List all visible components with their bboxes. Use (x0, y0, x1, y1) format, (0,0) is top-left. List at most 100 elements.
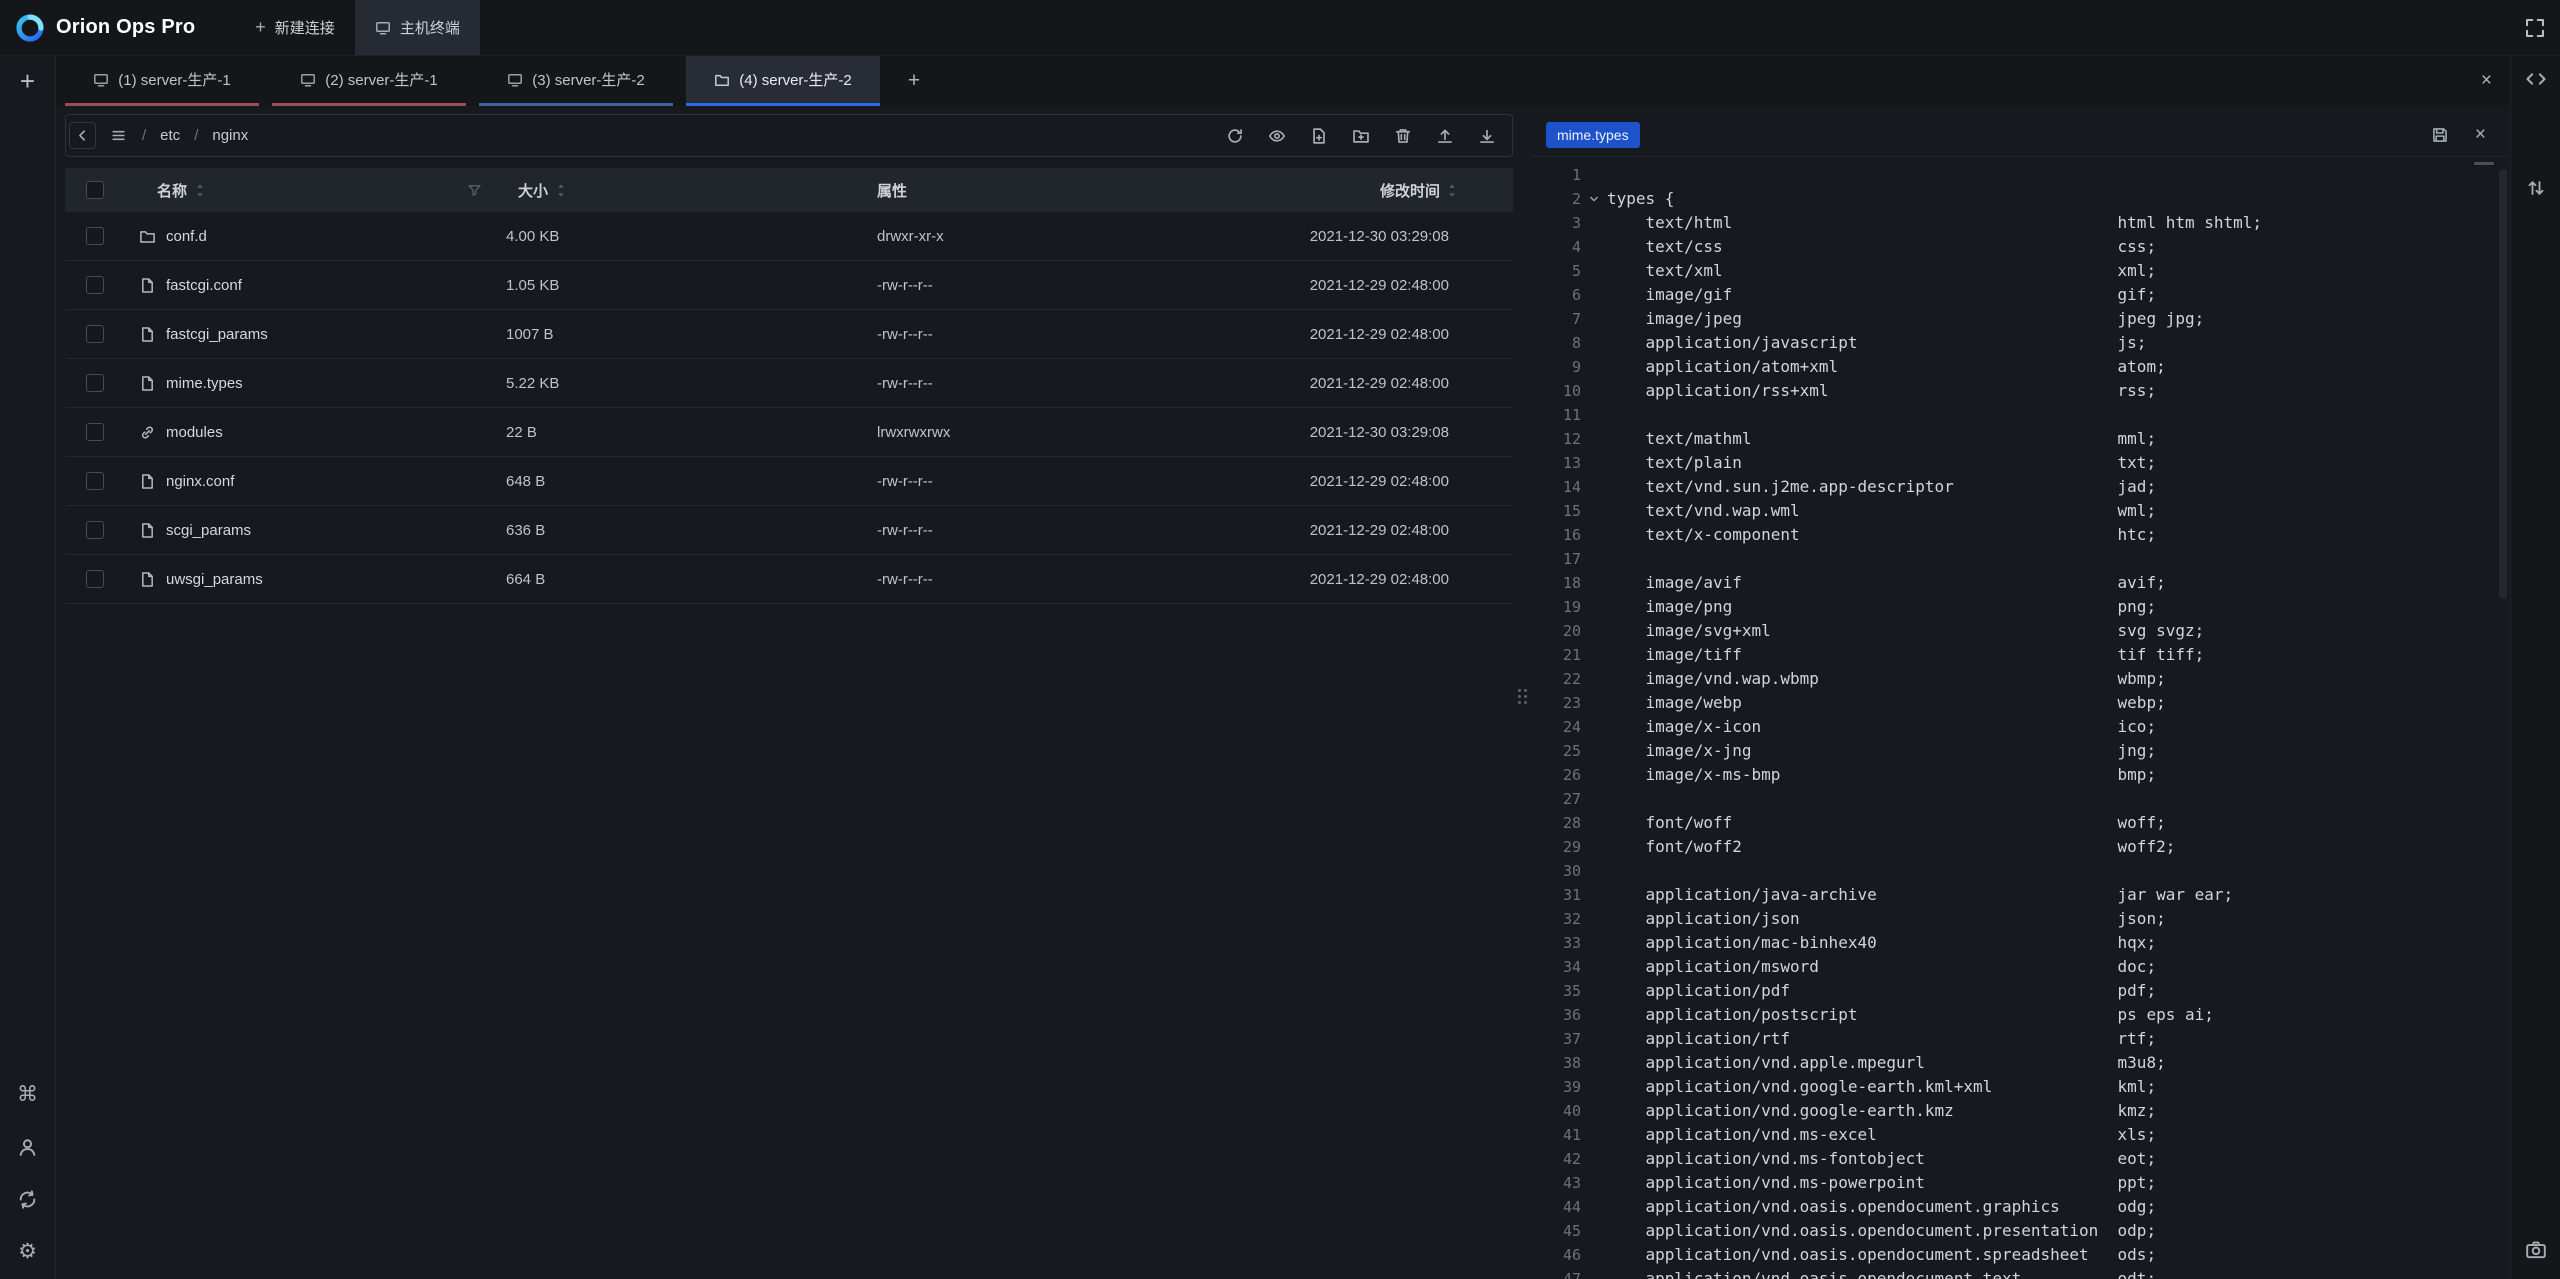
line-number: 9 (1531, 355, 1581, 379)
row-checkbox[interactable] (86, 521, 104, 539)
row-checkbox[interactable] (86, 423, 104, 441)
code-line: 21 image/tiff tif tiff; (1531, 643, 2510, 667)
menu-item-new-connection[interactable]: + 新建连接 (235, 0, 355, 55)
row-checkbox[interactable] (86, 374, 104, 392)
code-editor[interactable]: 1 2 types { 3 text/html (1531, 157, 2510, 1279)
code-line: 41 application/vnd.ms-excel xls; (1531, 1123, 2510, 1147)
column-header-mtime[interactable]: 修改时间 (1380, 180, 1440, 201)
user-icon[interactable] (17, 1137, 38, 1158)
save-icon[interactable] (2431, 126, 2449, 144)
download-icon[interactable] (1478, 127, 1496, 145)
row-checkbox[interactable] (86, 325, 104, 343)
menu-label: 主机终端 (400, 17, 460, 38)
code-text: text/x-component htc; (1607, 523, 2156, 547)
row-checkbox[interactable] (86, 276, 104, 294)
upload-icon[interactable] (1436, 127, 1454, 145)
table-row[interactable]: modules 22 B lrwxrwxrwx 2021-12-30 03:29… (65, 408, 1513, 457)
breadcrumb-separator: / (142, 127, 146, 144)
refresh-icon[interactable] (1226, 127, 1244, 145)
menu-item-host-terminal[interactable]: 主机终端 (355, 0, 480, 55)
row-checkbox[interactable] (86, 227, 104, 245)
panel-splitter[interactable] (1513, 114, 1531, 1279)
sync-icon[interactable] (17, 1189, 38, 1210)
file-size: 664 B (496, 571, 866, 588)
file-name[interactable]: fastcgi_params (166, 326, 268, 343)
line-number: 26 (1531, 763, 1581, 787)
sort-icon[interactable] (1447, 183, 1457, 198)
line-number: 41 (1531, 1123, 1581, 1147)
file-mtime: 2021-12-29 02:48:00 (1280, 375, 1513, 392)
line-number: 28 (1531, 811, 1581, 835)
file-name[interactable]: scgi_params (166, 522, 251, 539)
code-text: image/webp webp; (1607, 691, 2166, 715)
row-checkbox[interactable] (86, 472, 104, 490)
table-row[interactable]: conf.d 4.00 KB drwxr-xr-x 2021-12-30 03:… (65, 212, 1513, 261)
tab-label: (1) server-生产-1 (118, 69, 231, 90)
table-row[interactable]: fastcgi.conf 1.05 KB -rw-r--r-- 2021-12-… (65, 261, 1513, 310)
file-size: 636 B (496, 522, 866, 539)
code-line: 12 text/mathml mml; (1531, 427, 2510, 451)
new-tab-button[interactable]: + (893, 56, 935, 106)
swap-sort-icon[interactable] (2526, 178, 2546, 198)
close-all-icon[interactable]: × (2481, 70, 2492, 92)
breadcrumb-item[interactable]: etc (160, 127, 180, 144)
file-icon (139, 522, 156, 539)
sort-icon[interactable] (556, 183, 566, 198)
file-attr: -rw-r--r-- (866, 277, 1280, 294)
fullscreen-icon[interactable] (2524, 17, 2546, 39)
file-name[interactable]: modules (166, 424, 223, 441)
code-text: image/x-ms-bmp bmp; (1607, 763, 2156, 787)
file-name[interactable]: conf.d (166, 228, 207, 245)
fold-icon[interactable] (1581, 187, 1607, 211)
list-icon[interactable] (110, 127, 127, 144)
back-button[interactable] (69, 122, 96, 149)
minimap-slider[interactable] (2474, 162, 2494, 165)
file-name[interactable]: uwsgi_params (166, 571, 263, 588)
terminal-tab[interactable]: (2) server-生产-1 (272, 56, 466, 106)
row-checkbox[interactable] (86, 570, 104, 588)
command-icon[interactable]: ⌘ (17, 1084, 38, 1106)
add-icon[interactable]: + (20, 68, 35, 94)
line-number: 19 (1531, 595, 1581, 619)
column-header-name[interactable]: 名称 (157, 180, 187, 201)
code-line: 3 text/html html htm shtml; (1531, 211, 2510, 235)
table-row[interactable]: nginx.conf 648 B -rw-r--r-- 2021-12-29 0… (65, 457, 1513, 506)
delete-trash-icon[interactable] (1394, 127, 1412, 145)
table-row[interactable]: fastcgi_params 1007 B -rw-r--r-- 2021-12… (65, 310, 1513, 359)
file-icon (139, 571, 156, 588)
new-file-icon[interactable] (1310, 127, 1328, 145)
line-number: 25 (1531, 739, 1581, 763)
select-all-checkbox[interactable] (86, 181, 104, 199)
table-row[interactable]: mime.types 5.22 KB -rw-r--r-- 2021-12-29… (65, 359, 1513, 408)
settings-gear-icon[interactable]: ⚙ (18, 1241, 37, 1263)
code-line: 8 application/javascript js; (1531, 331, 2510, 355)
new-folder-icon[interactable] (1352, 127, 1370, 145)
sort-icon[interactable] (195, 183, 205, 198)
file-name[interactable]: nginx.conf (166, 473, 234, 490)
terminal-tab[interactable]: (3) server-生产-2 (479, 56, 673, 106)
left-sidebar: + ⌘ ⚙ (0, 56, 56, 1279)
code-icon[interactable] (2525, 68, 2547, 90)
editor-file-tab[interactable]: mime.types (1546, 122, 1640, 148)
close-editor-icon[interactable]: × (2475, 124, 2486, 146)
code-text: types { (1607, 187, 1674, 211)
preview-eye-icon[interactable] (1268, 127, 1286, 145)
line-number: 31 (1531, 883, 1581, 907)
file-mtime: 2021-12-29 02:48:00 (1280, 326, 1513, 343)
file-name[interactable]: mime.types (166, 375, 243, 392)
line-number: 12 (1531, 427, 1581, 451)
file-mtime: 2021-12-29 02:48:00 (1280, 571, 1513, 588)
terminal-tab[interactable]: (4) server-生产-2 (686, 56, 880, 106)
code-line: 24 image/x-icon ico; (1531, 715, 2510, 739)
breadcrumb-item[interactable]: nginx (212, 127, 248, 144)
table-row[interactable]: scgi_params 636 B -rw-r--r-- 2021-12-29 … (65, 506, 1513, 555)
table-row[interactable]: uwsgi_params 664 B -rw-r--r-- 2021-12-29… (65, 555, 1513, 604)
editor-scrollbar[interactable] (2499, 169, 2507, 599)
filter-funnel-icon[interactable] (467, 183, 482, 198)
code-text: image/gif gif; (1607, 283, 2156, 307)
line-number: 18 (1531, 571, 1581, 595)
column-header-size[interactable]: 大小 (518, 180, 548, 201)
terminal-tab[interactable]: (1) server-生产-1 (65, 56, 259, 106)
file-name[interactable]: fastcgi.conf (166, 277, 242, 294)
screenshot-camera-icon[interactable] (2525, 1239, 2547, 1261)
